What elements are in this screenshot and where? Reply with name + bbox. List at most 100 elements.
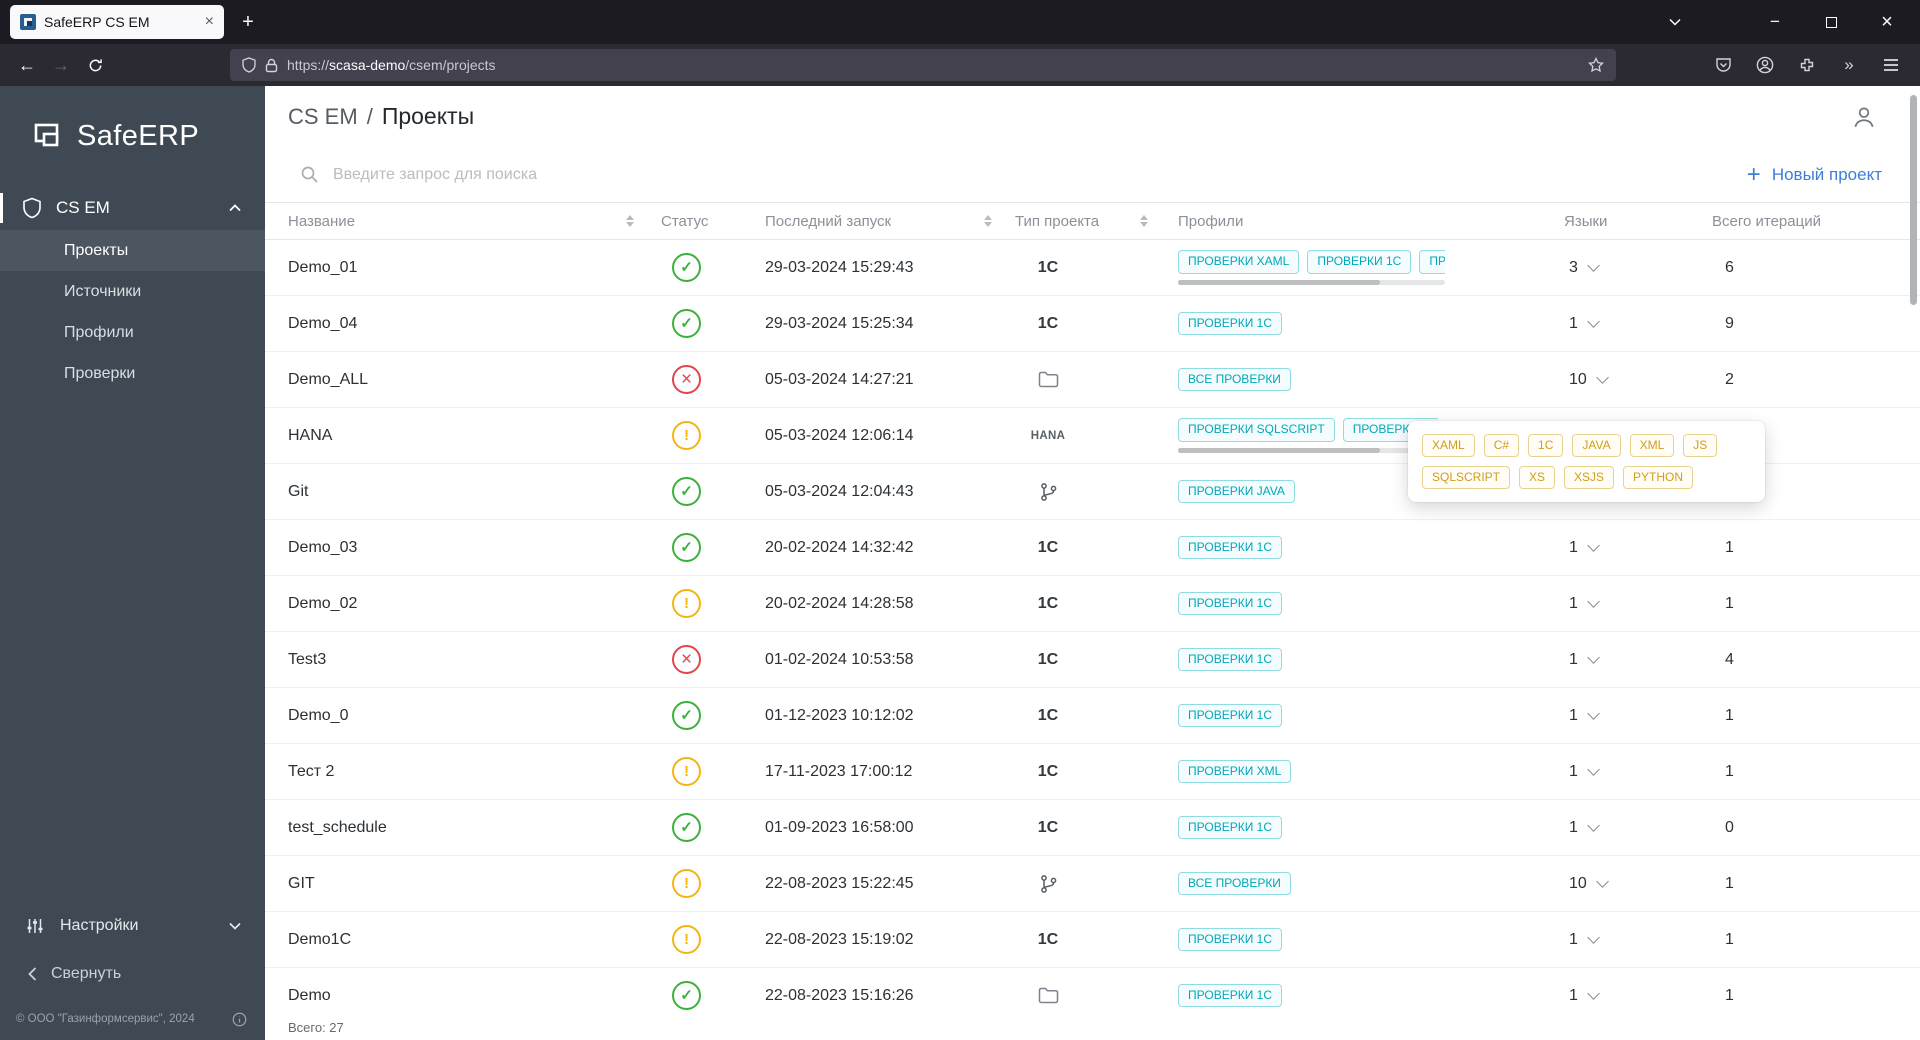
minimize-button[interactable]: − [1760, 6, 1790, 38]
table-row[interactable]: Demo_02 ! 20-02-2024 14:28:58 1С ПРОВЕРК… [265, 576, 1920, 632]
column-header-type[interactable]: Тип проекта [1005, 213, 1160, 230]
languages-select[interactable]: 1 [1545, 707, 1685, 725]
maximize-button[interactable] [1816, 6, 1846, 38]
profiles-cell: ВСЕ ПРОВЕРКИ [1160, 871, 1545, 896]
table-row[interactable]: GIT ! 22-08-2023 15:22:45 ВСЕ ПРОВЕРКИ 1… [265, 856, 1920, 912]
sidebar-item-projects[interactable]: Проекты [0, 230, 265, 271]
sidebar-footer: © ООО "Газинформсервис", 2024 [0, 998, 265, 1040]
new-tab-button[interactable]: + [232, 6, 264, 38]
hamburger-menu-icon[interactable] [1876, 50, 1906, 80]
type-cell [1005, 482, 1160, 502]
iterations-value: 1 [1725, 874, 1734, 892]
search-input[interactable] [333, 165, 1733, 184]
page-scrollbar-thumb[interactable] [1910, 95, 1917, 305]
sliders-icon [26, 917, 44, 935]
languages-select[interactable]: 1 [1545, 763, 1685, 781]
status-success-icon: ✓ [672, 253, 701, 282]
table-row[interactable]: Demo1C ! 22-08-2023 15:19:02 1С ПРОВЕРКИ… [265, 912, 1920, 968]
chevron-down-icon [1587, 986, 1600, 1000]
profile-badge: ПРОВЕРКИ 1С [1178, 647, 1282, 672]
profiles-scrollbar[interactable] [1178, 447, 1445, 453]
languages-select[interactable]: 1 [1545, 539, 1685, 557]
languages-select[interactable]: 1 [1545, 595, 1685, 613]
type-cell: 1С [1005, 819, 1160, 837]
table-row[interactable]: Demo_03 ✓ 20-02-2024 14:32:42 1С ПРОВЕРК… [265, 520, 1920, 576]
user-profile-icon[interactable] [1851, 104, 1877, 130]
extensions-icon[interactable] [1792, 50, 1822, 80]
language-badge[interactable]: PYTHON [1623, 466, 1694, 490]
window-close-button[interactable]: × [1872, 6, 1902, 38]
sidebar-item-settings[interactable]: Настройки [0, 902, 265, 950]
sidebar-item-sources[interactable]: Источники [0, 271, 265, 312]
reload-button[interactable] [78, 49, 112, 81]
languages-select[interactable]: 10 [1545, 371, 1685, 389]
language-badge[interactable]: XSJS [1564, 466, 1615, 490]
status-cell: ✓ [640, 253, 745, 282]
table-row[interactable]: Demo_0 ✓ 01-12-2023 10:12:02 1С ПРОВЕРКИ… [265, 688, 1920, 744]
breadcrumb-root[interactable]: CS EM [288, 104, 358, 130]
languages-select[interactable]: 1 [1545, 931, 1685, 949]
languages-select[interactable]: 1 [1545, 987, 1685, 1005]
status-cell: ✓ [640, 309, 745, 338]
chevron-down-icon [1595, 370, 1609, 384]
table-row[interactable]: Demo_01 ✓ 29-03-2024 15:29:43 1С ПРОВЕРК… [265, 240, 1920, 296]
table-header: Название Статус Последний запуск Тип про… [265, 203, 1920, 240]
forward-button[interactable]: → [44, 49, 78, 81]
profiles-scrollbar[interactable] [1178, 279, 1445, 285]
table-row[interactable]: Тест 2 ! 17-11-2023 17:00:12 1С ПРОВЕРКИ… [265, 744, 1920, 800]
table-row[interactable]: Demo_ALL × 05-03-2024 14:27:21 ВСЕ ПРОВЕ… [265, 352, 1920, 408]
account-icon[interactable] [1750, 50, 1780, 80]
languages-select[interactable]: 1 [1545, 651, 1685, 669]
profile-badge: ПРОВЕРКИ 1С [1178, 703, 1282, 728]
profiles-scrollbar-thumb[interactable] [1178, 447, 1380, 453]
languages-select[interactable]: 10 [1545, 875, 1685, 893]
url-text[interactable]: https://scasa-demo/csem/projects [287, 57, 1579, 73]
sort-icon[interactable] [626, 215, 634, 227]
iterations-value: 6 [1725, 258, 1734, 276]
language-badge[interactable]: C# [1483, 434, 1520, 458]
sidebar-item-checks[interactable]: Проверки [0, 353, 265, 394]
language-badge[interactable]: 1C [1528, 434, 1564, 458]
info-icon[interactable] [232, 1012, 247, 1027]
sort-icon[interactable] [984, 215, 992, 227]
sidebar-collapse-button[interactable]: Свернуть [0, 950, 265, 998]
column-label: Всего итераций [1712, 212, 1821, 230]
language-badge[interactable]: XAML [1422, 434, 1475, 458]
browser-tab[interactable]: SafeERP CS EM × [10, 5, 224, 39]
tab-close-icon[interactable]: × [205, 14, 214, 30]
new-project-button[interactable]: + Новый проект [1747, 162, 1882, 187]
status-success-icon: ✓ [672, 477, 701, 506]
last-run-value: 01-12-2023 10:12:02 [765, 706, 914, 724]
back-button[interactable]: ← [10, 49, 44, 81]
tracking-protection-shield-icon[interactable] [242, 57, 256, 73]
sidebar-item-csem[interactable]: CS EM [0, 186, 265, 230]
profiles-scrollbar-thumb[interactable] [1178, 279, 1380, 285]
lock-icon[interactable] [265, 58, 278, 73]
table-body: Demo_01 ✓ 29-03-2024 15:29:43 1С ПРОВЕРК… [265, 240, 1920, 1040]
column-header-name[interactable]: Название [265, 213, 640, 230]
language-badge[interactable]: XML [1629, 434, 1675, 458]
list-tabs-icon[interactable] [1660, 6, 1690, 38]
languages-select[interactable]: 3 [1545, 259, 1685, 277]
sidebar-item-profiles[interactable]: Профили [0, 312, 265, 353]
language-badge[interactable]: JAVA [1572, 434, 1621, 458]
languages-select[interactable]: 1 [1545, 819, 1685, 837]
url-bar[interactable]: https://scasa-demo/csem/projects [230, 49, 1616, 81]
pocket-icon[interactable] [1708, 50, 1738, 80]
sort-icon[interactable] [1140, 215, 1148, 227]
profiles-cell: ПРОВЕРКИ 1С [1160, 647, 1545, 672]
language-badge[interactable]: XS [1519, 466, 1556, 490]
settings-label: Настройки [60, 917, 139, 934]
table-row[interactable]: test_schedule ✓ 01-09-2023 16:58:00 1С П… [265, 800, 1920, 856]
profile-badge: ПРОВЕРКИ 1С [1307, 250, 1412, 274]
overflow-menu-icon[interactable]: » [1834, 50, 1864, 80]
language-badge[interactable]: SQLSCRIPT [1422, 466, 1511, 490]
table-row[interactable]: Test3 × 01-02-2024 10:53:58 1С ПРОВЕРКИ … [265, 632, 1920, 688]
table-row[interactable]: Demo_04 ✓ 29-03-2024 15:25:34 1С ПРОВЕРК… [265, 296, 1920, 352]
bookmark-star-icon[interactable] [1588, 57, 1604, 73]
column-header-last-run[interactable]: Последний запуск [745, 213, 1005, 230]
languages-select[interactable]: 1 [1545, 315, 1685, 333]
iterations-cell: 2 [1685, 371, 1920, 389]
profile-badges: ПРОВЕРКИ SQLSCRIPT ПРОВЕРКИ XS [1178, 418, 1439, 442]
language-badge[interactable]: JS [1683, 434, 1718, 458]
